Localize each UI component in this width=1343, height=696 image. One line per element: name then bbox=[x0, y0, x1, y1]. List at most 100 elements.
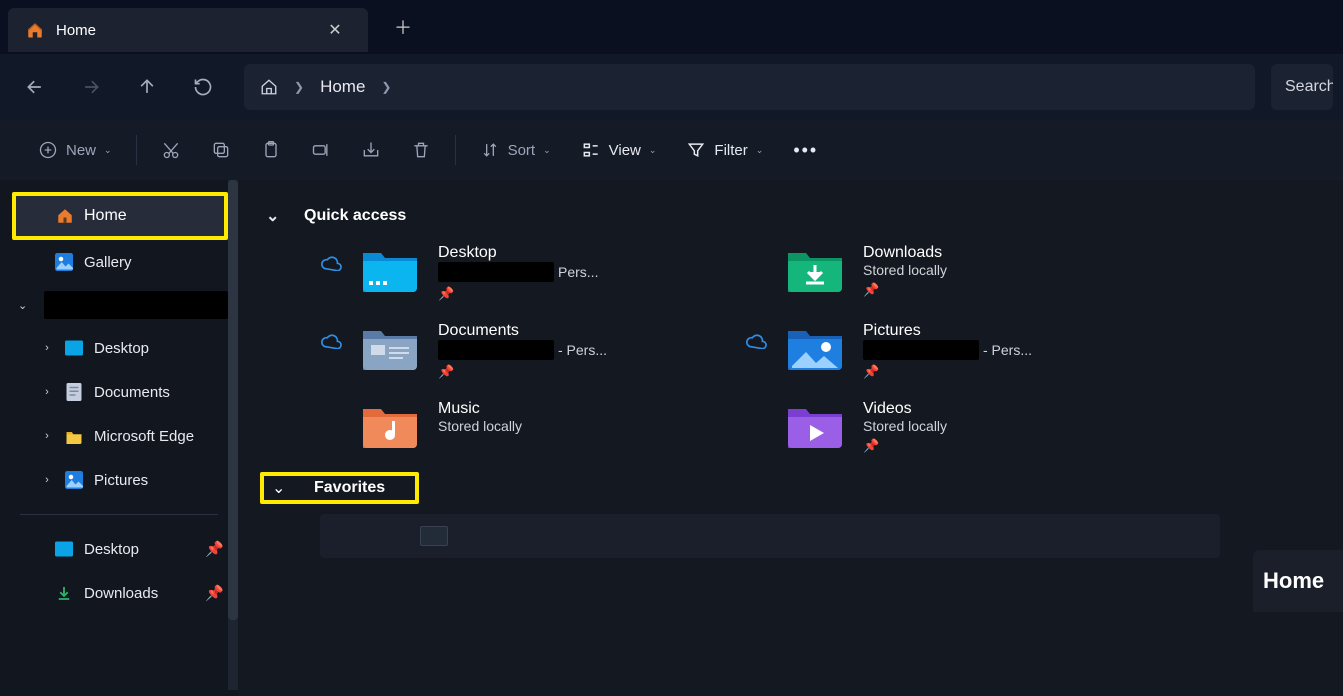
sidebar-item-home[interactable]: Home bbox=[12, 192, 228, 240]
pin-icon: 📌 bbox=[863, 282, 947, 298]
downloads-folder-icon bbox=[785, 244, 845, 294]
breadcrumb-home[interactable]: Home bbox=[320, 77, 365, 97]
gallery-icon bbox=[54, 252, 74, 272]
sidebar: Home Gallery ⌄ › Desktop › Documents › M… bbox=[0, 180, 238, 696]
documents-icon bbox=[64, 382, 84, 402]
qa-name: Documents bbox=[438, 322, 607, 340]
downloads-icon bbox=[54, 583, 74, 603]
chevron-down-icon: ⌄ bbox=[543, 145, 551, 156]
tab-title: Home bbox=[56, 22, 308, 39]
sidebar-label: Downloads bbox=[84, 585, 158, 602]
redacted bbox=[44, 291, 228, 319]
pin-icon: 📌 bbox=[863, 438, 947, 454]
tab-home[interactable]: Home ✕ bbox=[8, 8, 368, 52]
sidebar-item-pictures[interactable]: › Pictures bbox=[0, 458, 238, 502]
qa-item-pictures[interactable]: Pictures - Pers... 📌 bbox=[745, 322, 1150, 380]
qa-item-documents[interactable]: Documents - Pers... 📌 bbox=[320, 322, 725, 380]
qa-item-downloads[interactable]: Downloads Stored locally 📌 bbox=[745, 244, 1150, 302]
search-input[interactable]: Search bbox=[1271, 64, 1333, 110]
scrollbar[interactable] bbox=[228, 180, 238, 690]
chevron-down-icon: ⌄ bbox=[104, 145, 112, 156]
section-title: Favorites bbox=[314, 479, 385, 497]
chevron-down-icon: ⌄ bbox=[272, 478, 296, 498]
copy-button[interactable] bbox=[197, 130, 245, 170]
desktop-folder-icon bbox=[360, 244, 420, 294]
paste-button[interactable] bbox=[247, 130, 295, 170]
desktop-icon bbox=[54, 539, 74, 559]
home-icon bbox=[26, 21, 44, 39]
address-bar[interactable]: ❯ Home ❯ bbox=[244, 64, 1255, 110]
pin-icon: 📌 bbox=[205, 540, 224, 558]
sidebar-quick-downloads[interactable]: Downloads 📌 bbox=[0, 571, 238, 615]
content-pane: ⌄ Quick access Desktop Pers... 📌 Downloa… bbox=[238, 180, 1343, 696]
divider bbox=[136, 135, 137, 165]
sidebar-item-msedge[interactable]: › Microsoft Edge bbox=[0, 414, 238, 458]
cloud-icon bbox=[320, 256, 342, 271]
qa-item-desktop[interactable]: Desktop Pers... 📌 bbox=[320, 244, 725, 302]
qa-item-music[interactable]: Music Stored locally bbox=[320, 400, 725, 454]
qa-item-videos[interactable]: Videos Stored locally 📌 bbox=[745, 400, 1150, 454]
new-label: New bbox=[66, 142, 96, 159]
new-tab-button[interactable]: ＋ bbox=[388, 12, 418, 42]
qa-sub: - Pers... bbox=[438, 340, 607, 360]
pin-icon: 📌 bbox=[438, 364, 607, 380]
delete-button[interactable] bbox=[397, 130, 445, 170]
back-button[interactable] bbox=[10, 64, 60, 110]
cut-button[interactable] bbox=[147, 130, 195, 170]
section-quick-access[interactable]: ⌄ Quick access bbox=[266, 200, 1323, 244]
section-title: Quick access bbox=[304, 207, 406, 225]
pictures-folder-icon bbox=[785, 322, 845, 372]
sidebar-item-user[interactable]: ⌄ bbox=[0, 284, 238, 326]
qa-sub: Pers... bbox=[438, 262, 598, 282]
chevron-right-icon[interactable]: › bbox=[38, 474, 56, 486]
sidebar-label: Desktop bbox=[94, 340, 149, 357]
new-button[interactable]: New ⌄ bbox=[24, 130, 126, 170]
divider bbox=[455, 135, 456, 165]
videos-folder-icon bbox=[785, 400, 845, 450]
refresh-button[interactable] bbox=[178, 64, 228, 110]
home-icon bbox=[56, 207, 74, 225]
chevron-down-icon: ⌄ bbox=[266, 206, 286, 226]
chevron-right-icon[interactable]: › bbox=[38, 430, 56, 442]
more-button[interactable]: ••• bbox=[779, 130, 832, 170]
section-favorites[interactable]: ⌄ Favorites bbox=[260, 472, 419, 504]
pin-icon: 📌 bbox=[438, 286, 598, 302]
sidebar-item-documents[interactable]: › Documents bbox=[0, 370, 238, 414]
sidebar-item-gallery[interactable]: Gallery bbox=[0, 240, 238, 284]
chevron-right-icon[interactable]: › bbox=[38, 342, 56, 354]
sidebar-label: Gallery bbox=[84, 254, 132, 271]
chevron-right-icon[interactable]: › bbox=[38, 386, 56, 398]
chevron-down-icon[interactable]: ⌄ bbox=[18, 299, 38, 312]
qa-name: Downloads bbox=[863, 244, 947, 262]
share-button[interactable] bbox=[347, 130, 395, 170]
view-button[interactable]: View ⌄ bbox=[567, 130, 671, 170]
view-label: View bbox=[609, 142, 641, 159]
favorites-row[interactable] bbox=[320, 514, 1220, 558]
cloud-icon bbox=[320, 334, 342, 349]
rename-button[interactable] bbox=[297, 130, 345, 170]
chevron-down-icon: ⌄ bbox=[649, 145, 657, 156]
chevron-right-icon[interactable]: ❯ bbox=[294, 80, 304, 94]
divider bbox=[20, 514, 218, 515]
up-button[interactable] bbox=[122, 64, 172, 110]
sidebar-label: Documents bbox=[94, 384, 170, 401]
favorite-item[interactable] bbox=[420, 526, 448, 546]
sort-label: Sort bbox=[508, 142, 536, 159]
qa-sub: Stored locally bbox=[863, 418, 947, 434]
qa-name: Desktop bbox=[438, 244, 598, 262]
close-icon[interactable]: ✕ bbox=[320, 15, 350, 45]
filter-label: Filter bbox=[714, 142, 747, 159]
sidebar-quick-desktop[interactable]: Desktop 📌 bbox=[0, 527, 238, 571]
sidebar-item-desktop[interactable]: › Desktop bbox=[0, 326, 238, 370]
pin-icon: 📌 bbox=[205, 584, 224, 602]
chevron-right-icon[interactable]: ❯ bbox=[381, 80, 391, 94]
sidebar-label: Desktop bbox=[84, 541, 139, 558]
forward-button[interactable] bbox=[66, 64, 116, 110]
sort-button[interactable]: Sort ⌄ bbox=[466, 130, 565, 170]
nav-bar: ❯ Home ❯ Search bbox=[0, 54, 1343, 120]
command-bar: New ⌄ Sort ⌄ View ⌄ Filter ⌄ ••• bbox=[0, 120, 1343, 180]
filter-button[interactable]: Filter ⌄ bbox=[672, 130, 777, 170]
qa-sub: - Pers... bbox=[863, 340, 1032, 360]
folder-icon bbox=[64, 426, 84, 446]
music-folder-icon bbox=[360, 400, 420, 450]
